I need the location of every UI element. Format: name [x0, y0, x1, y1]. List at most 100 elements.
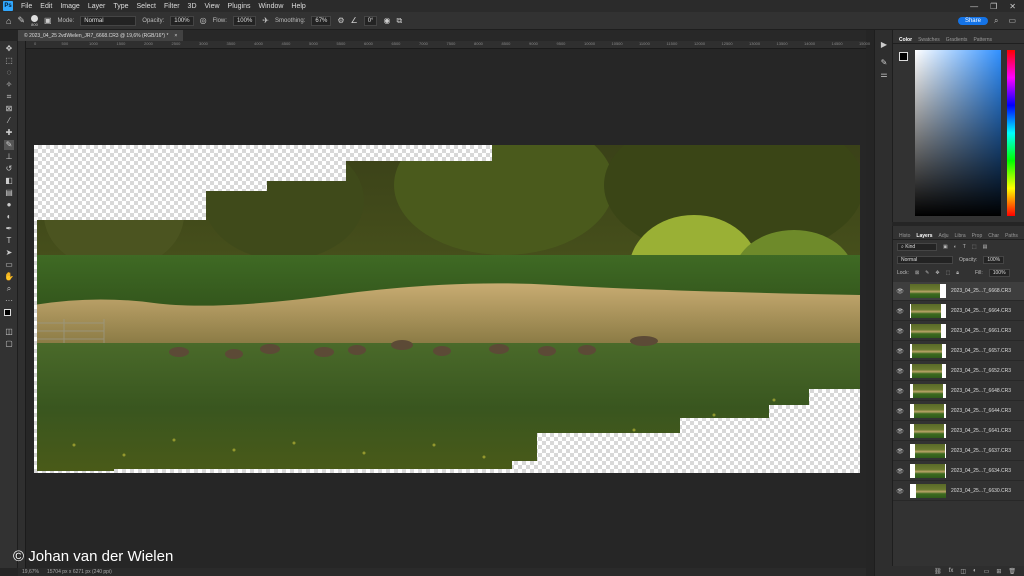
lock-artboard-icon[interactable]: ⬚ — [946, 270, 951, 276]
menu-view[interactable]: View — [201, 3, 224, 10]
adjust-panel-icon[interactable]: ⚌ — [879, 70, 889, 80]
lock-all-icon[interactable]: 🔒︎ — [956, 270, 959, 276]
menu-filter[interactable]: Filter — [160, 3, 184, 10]
visibility-eye-icon[interactable]: 👁︎ — [893, 388, 907, 395]
new-layer-icon[interactable]: ⊞ — [996, 568, 1001, 575]
tab-color[interactable]: Color — [899, 37, 912, 43]
angle-field[interactable]: 0° — [363, 15, 378, 26]
eyedropper-tool-icon[interactable]: ⁄ — [4, 116, 14, 126]
adjustment-layer-icon[interactable]: ◐ — [973, 568, 977, 574]
tab-swatches[interactable]: Swatches — [918, 37, 940, 43]
minimize-button[interactable]: — — [970, 2, 978, 11]
type-tool-icon[interactable]: T — [4, 236, 14, 246]
gear-icon[interactable]: ⚙ — [337, 16, 344, 25]
layer-row[interactable]: 👁︎ 2023_04_25...7_6657.CR3 — [893, 342, 1024, 361]
visibility-eye-icon[interactable]: 👁︎ — [893, 288, 907, 295]
more-tools-icon[interactable]: ··· — [4, 296, 14, 306]
layer-row[interactable]: 👁︎ 2023_04_25...7_6644.CR3 — [893, 402, 1024, 421]
foreground-color-swatch[interactable] — [4, 309, 14, 319]
dodge-tool-icon[interactable]: ◐ — [4, 212, 14, 222]
filter-smart-icon[interactable]: ▤ — [983, 244, 988, 250]
visibility-eye-icon[interactable]: 👁︎ — [893, 348, 907, 355]
horizontal-ruler[interactable]: 0 500 1000 1500 2000 2500 3000 3500 4000 4500 5000… — [26, 41, 870, 49]
menu-3d[interactable]: 3D — [184, 3, 201, 10]
marquee-tool-icon[interactable]: ⬚ — [4, 56, 14, 66]
brush-tool-icon[interactable]: ✎ — [17, 15, 25, 26]
menu-plugins[interactable]: Plugins — [224, 3, 255, 10]
search-icon[interactable]: ⌕ — [994, 16, 998, 26]
vertical-ruler[interactable] — [18, 41, 26, 568]
flow-field[interactable]: 100% — [232, 15, 257, 26]
menu-type[interactable]: Type — [109, 3, 132, 10]
tab-character[interactable]: Char — [988, 233, 999, 239]
lock-position-icon[interactable]: ✥ — [935, 270, 939, 276]
pen-tool-icon[interactable]: ✒ — [4, 224, 14, 234]
visibility-eye-icon[interactable]: 👁︎ — [893, 488, 907, 495]
pressure-opacity-icon[interactable]: ◎ — [200, 16, 207, 25]
menu-select[interactable]: Select — [133, 3, 160, 10]
tab-patterns[interactable]: Patterns — [973, 37, 992, 43]
layer-row[interactable]: 👁︎ 2023_04_25...7_6637.CR3 — [893, 442, 1024, 461]
tab-adjustments[interactable]: Adju — [939, 233, 949, 239]
tab-properties[interactable]: Prop — [972, 233, 983, 239]
canvas-area[interactable] — [26, 49, 866, 568]
lock-transparent-icon[interactable]: ⊠ — [915, 270, 919, 276]
move-tool-icon[interactable]: ✥ — [4, 44, 14, 54]
rectangle-tool-icon[interactable]: ▭ — [4, 260, 14, 270]
brush-settings-icon[interactable]: ▣ — [44, 16, 52, 25]
filter-adjust-icon[interactable]: ◐ — [954, 244, 957, 250]
menu-layer[interactable]: Layer — [84, 3, 110, 10]
blur-tool-icon[interactable]: ● — [4, 200, 14, 210]
blend-mode-select[interactable]: Normal — [897, 256, 953, 264]
document-tab[interactable]: © 2023_04_25 2vdWielen_JR7_6668.CR3 @ 19… — [18, 30, 184, 41]
document-canvas[interactable] — [34, 145, 860, 473]
screen-mode-icon[interactable]: ▢ — [4, 339, 14, 349]
filter-shape-icon[interactable]: ⬚ — [972, 244, 977, 250]
link-layers-icon[interactable]: ⛓ — [934, 568, 942, 575]
hand-tool-icon[interactable]: ✋ — [4, 272, 14, 282]
history-brush-icon[interactable]: ↺ — [4, 164, 14, 174]
lasso-tool-icon[interactable]: ◌ — [4, 68, 14, 78]
home-icon[interactable]: ⌂ — [6, 16, 11, 26]
lock-pixels-icon[interactable]: ✎ — [925, 270, 929, 276]
photoshop-logo[interactable]: Ps — [3, 1, 13, 11]
visibility-eye-icon[interactable]: 👁︎ — [893, 308, 907, 315]
menu-image[interactable]: Image — [56, 3, 83, 10]
layer-opacity-field[interactable]: 100% — [983, 256, 1005, 264]
workspace-icon[interactable]: ▭ — [1008, 16, 1016, 26]
airbrush-icon[interactable]: ✈ — [262, 16, 269, 25]
play-icon[interactable]: ▶ — [879, 40, 889, 50]
gradient-tool-icon[interactable]: ▤ — [4, 188, 14, 198]
filter-pixel-icon[interactable]: ▣ — [943, 244, 948, 250]
pressure-size-icon[interactable]: ◉ — [383, 16, 390, 25]
brush-panel-icon[interactable]: ✎ — [879, 58, 889, 68]
crop-tool-icon[interactable]: ⌗ — [4, 92, 14, 102]
tab-layers[interactable]: Layers — [916, 233, 932, 239]
path-select-tool-icon[interactable]: ➤ — [4, 248, 14, 258]
layer-row[interactable]: 👁︎ 2023_04_25...7_6641.CR3 — [893, 422, 1024, 441]
tab-close-icon[interactable]: × — [174, 33, 177, 39]
trash-icon[interactable]: 🗑︎ — [1008, 568, 1016, 575]
brush-tool-icon[interactable]: ✎ — [4, 140, 14, 150]
maximize-button[interactable]: ❐ — [990, 2, 997, 11]
menu-edit[interactable]: Edit — [36, 3, 56, 10]
zoom-level[interactable]: 19,67% — [22, 569, 39, 575]
add-mask-icon[interactable]: ◫ — [960, 568, 966, 575]
visibility-eye-icon[interactable]: 👁︎ — [893, 448, 907, 455]
layer-row[interactable]: 👁︎ 2023_04_25...7_6630.CR3 — [893, 482, 1024, 501]
opacity-field[interactable]: 100% — [170, 15, 194, 26]
quick-select-tool-icon[interactable]: ✧ — [4, 80, 14, 90]
healing-tool-icon[interactable]: ✚ — [4, 128, 14, 138]
document-info[interactable]: 15704 px x 6271 px (240 ppi) — [47, 569, 112, 575]
mode-select[interactable]: Normal — [80, 15, 137, 26]
filter-type-icon[interactable]: T — [963, 244, 966, 250]
frame-tool-icon[interactable]: ⊠ — [4, 104, 14, 114]
eraser-tool-icon[interactable]: ◧ — [4, 176, 14, 186]
group-icon[interactable]: ▭ — [984, 568, 990, 575]
close-button[interactable]: ✕ — [1009, 2, 1016, 11]
fill-field[interactable]: 100% — [988, 269, 1010, 277]
visibility-eye-icon[interactable]: 👁︎ — [893, 468, 907, 475]
visibility-eye-icon[interactable]: 👁︎ — [893, 328, 907, 335]
tab-paths[interactable]: Paths — [1005, 233, 1018, 239]
visibility-eye-icon[interactable]: 👁︎ — [893, 408, 907, 415]
